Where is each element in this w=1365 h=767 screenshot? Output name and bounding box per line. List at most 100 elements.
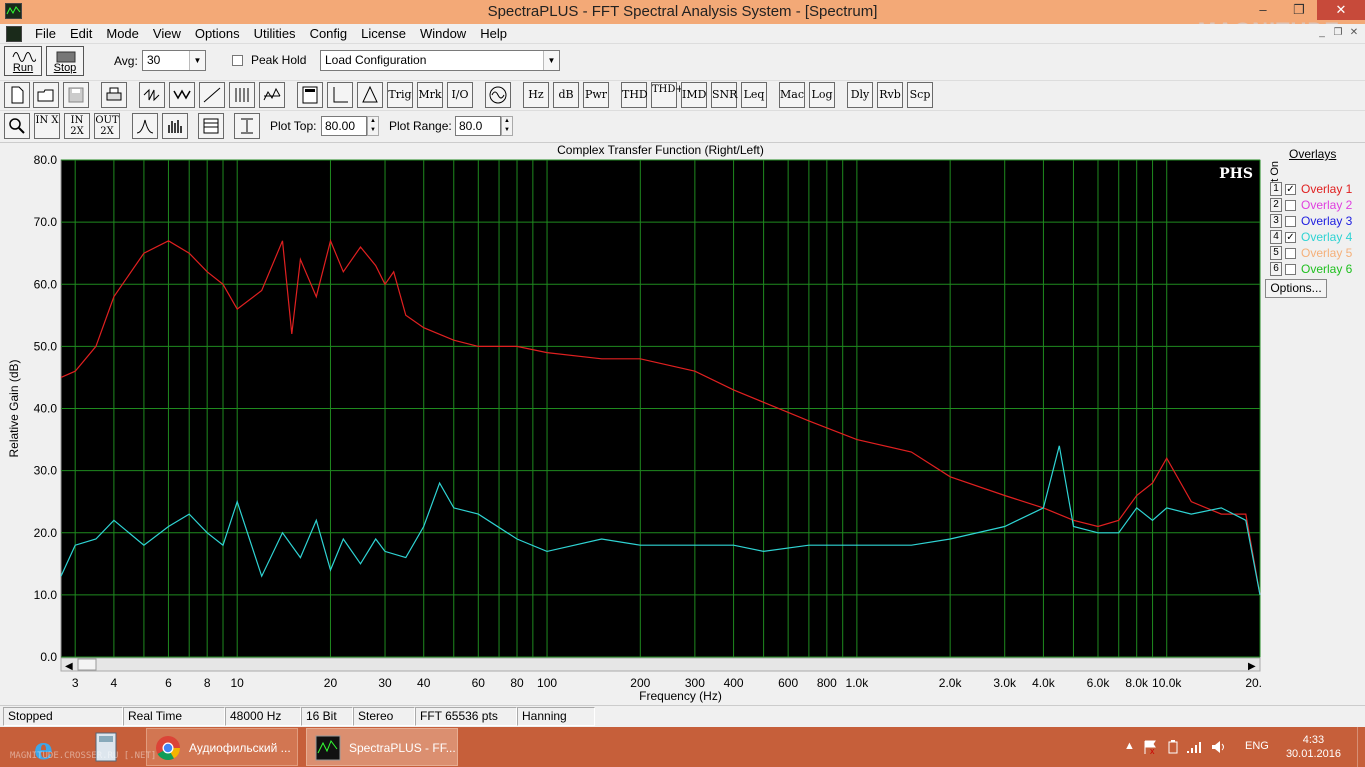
volume-icon[interactable] [1210, 739, 1228, 755]
mdi-minimize-button[interactable]: _ [1315, 26, 1329, 40]
rvb-button[interactable]: Rvb [877, 82, 903, 108]
3d-surface-button[interactable] [259, 82, 285, 108]
menu-options[interactable]: Options [188, 24, 247, 44]
peak-hold-checkbox[interactable] [232, 55, 243, 66]
leq-button[interactable]: Leq [741, 82, 767, 108]
main-toolbar: Trig Mrk I/O Hz dB Pwr THD THD+N IMD SNR… [0, 80, 1365, 108]
pwr-button[interactable]: Pwr [583, 82, 609, 108]
peak-hold-label: Peak Hold [251, 53, 307, 67]
overlay-on-checkbox[interactable] [1285, 264, 1296, 275]
taskbar-chrome-item[interactable]: Аудиофильский ... [146, 728, 298, 766]
clock[interactable]: 4:33 30.01.2016 [1286, 733, 1341, 761]
minimize-button[interactable]: – [1245, 0, 1281, 20]
open-file-button[interactable] [33, 82, 59, 108]
overlay-set-button[interactable]: 4 [1270, 230, 1282, 244]
zoom-button[interactable] [4, 113, 30, 139]
scroll-left-arrow-icon[interactable]: ◀ [65, 661, 73, 672]
db-button[interactable]: dB [553, 82, 579, 108]
menu-config[interactable]: Config [303, 24, 355, 44]
action-center-flag-icon[interactable]: x [1142, 739, 1158, 755]
log-button[interactable]: Log [809, 82, 835, 108]
chevron-down-icon[interactable]: ▼ [189, 51, 205, 70]
overlay-set-button[interactable]: 6 [1270, 262, 1282, 276]
plot-range-input[interactable]: 80.0 [455, 116, 501, 136]
imd-button[interactable]: IMD [681, 82, 707, 108]
menu-mode[interactable]: Mode [99, 24, 146, 44]
language-indicator[interactable]: ENG [1245, 740, 1269, 752]
stop-button[interactable]: Stop [46, 46, 84, 76]
scp-button[interactable]: Scp [907, 82, 933, 108]
load-configuration-select[interactable]: Load Configuration ▼ [320, 50, 560, 71]
calculator-button[interactable] [297, 82, 323, 108]
plot-top-stepper[interactable]: ▲ ▼ [367, 116, 379, 136]
hz-button[interactable]: Hz [523, 82, 549, 108]
taskbar-spectraplus-item[interactable]: SpectraPLUS - FF... [306, 728, 458, 766]
title-bar: SpectraPLUS - FFT Spectral Analysis Syst… [0, 0, 1365, 43]
avg-select[interactable]: 30 ▼ [142, 50, 206, 71]
x-tick-label: 3 [72, 676, 79, 690]
horizontal-scrollbar[interactable] [60, 657, 1261, 672]
mac-button[interactable]: Mac [779, 82, 805, 108]
status-fft-size: FFT 65536 pts [415, 707, 517, 726]
power-icon[interactable] [1166, 739, 1180, 755]
close-button[interactable]: ✕ [1317, 0, 1365, 20]
overlay-row: 3 Overlay 3 [1270, 213, 1365, 229]
chevron-up-icon[interactable]: ▲ [1124, 740, 1135, 752]
snr-button[interactable]: SNR [711, 82, 737, 108]
zoom-out-2x-button[interactable]: OUT 2X [94, 113, 120, 139]
signal-generator-button[interactable] [357, 82, 383, 108]
menu-license[interactable]: License [354, 24, 413, 44]
overlay-set-button[interactable]: 5 [1270, 246, 1282, 260]
3d-surface-icon [263, 87, 281, 101]
mdi-close-button[interactable]: ✕ [1347, 26, 1361, 40]
print-button[interactable] [101, 82, 127, 108]
menu-edit[interactable]: Edit [63, 24, 99, 44]
overlay-on-checkbox[interactable] [1285, 200, 1296, 211]
show-desktop-button[interactable] [1357, 727, 1365, 767]
overlay-on-checkbox[interactable]: ✓ [1285, 232, 1296, 243]
overlay-set-button[interactable]: 2 [1270, 198, 1282, 212]
transfer-function-chart[interactable]: Complex Transfer Function (Right/Left) 0.… [0, 143, 1262, 705]
bar-view-button[interactable] [162, 113, 188, 139]
run-button[interactable]: Run [4, 46, 42, 76]
overlay-on-checkbox[interactable]: ✓ [1285, 184, 1296, 195]
overlay-on-checkbox[interactable] [1285, 216, 1296, 227]
spectrum-mode-button[interactable] [139, 82, 165, 108]
spectrogram-button[interactable] [229, 82, 255, 108]
document-icon[interactable] [6, 25, 22, 42]
maximize-button[interactable]: ❐ [1281, 0, 1317, 20]
oscilloscope-button[interactable] [485, 82, 511, 108]
new-file-button[interactable] [4, 82, 30, 108]
menu-view[interactable]: View [146, 24, 188, 44]
io-button[interactable]: I/O [447, 82, 473, 108]
plot-top-input[interactable]: 80.00 [321, 116, 367, 136]
menu-utilities[interactable]: Utilities [247, 24, 303, 44]
thd-button[interactable]: THD [621, 82, 648, 108]
save-button[interactable] [63, 82, 89, 108]
dly-button[interactable]: Dly [847, 82, 873, 108]
menu-file[interactable]: File [28, 24, 63, 44]
menu-help[interactable]: Help [473, 24, 514, 44]
zoom-in-x-button[interactable]: IN X [34, 113, 60, 139]
transfer-function-button[interactable] [169, 82, 195, 108]
thd-n-button[interactable]: THD+N [651, 82, 693, 108]
scrollbar-thumb[interactable] [77, 658, 97, 671]
plot-range-stepper[interactable]: ▲ ▼ [501, 116, 513, 136]
axis-button[interactable] [327, 82, 353, 108]
peak-view-button[interactable] [132, 113, 158, 139]
trig-button[interactable]: Trig [387, 82, 413, 108]
scroll-right-arrow-icon[interactable]: ▶ [1248, 661, 1256, 672]
mdi-restore-button[interactable]: ❐ [1331, 26, 1345, 40]
autoscale-button[interactable] [234, 113, 260, 139]
overlay-set-button[interactable]: 1 [1270, 182, 1282, 196]
phase-button[interactable] [199, 82, 225, 108]
network-signal-icon[interactable] [1186, 739, 1204, 755]
overlay-on-checkbox[interactable] [1285, 248, 1296, 259]
zoom-in-2x-button[interactable]: IN 2X [64, 113, 90, 139]
table-view-button[interactable] [198, 113, 224, 139]
mrk-button[interactable]: Mrk [417, 82, 443, 108]
menu-window[interactable]: Window [413, 24, 473, 44]
overlay-set-button[interactable]: 3 [1270, 214, 1282, 228]
chevron-down-icon[interactable]: ▼ [543, 51, 559, 70]
overlay-options-button[interactable]: Options... [1265, 279, 1327, 298]
